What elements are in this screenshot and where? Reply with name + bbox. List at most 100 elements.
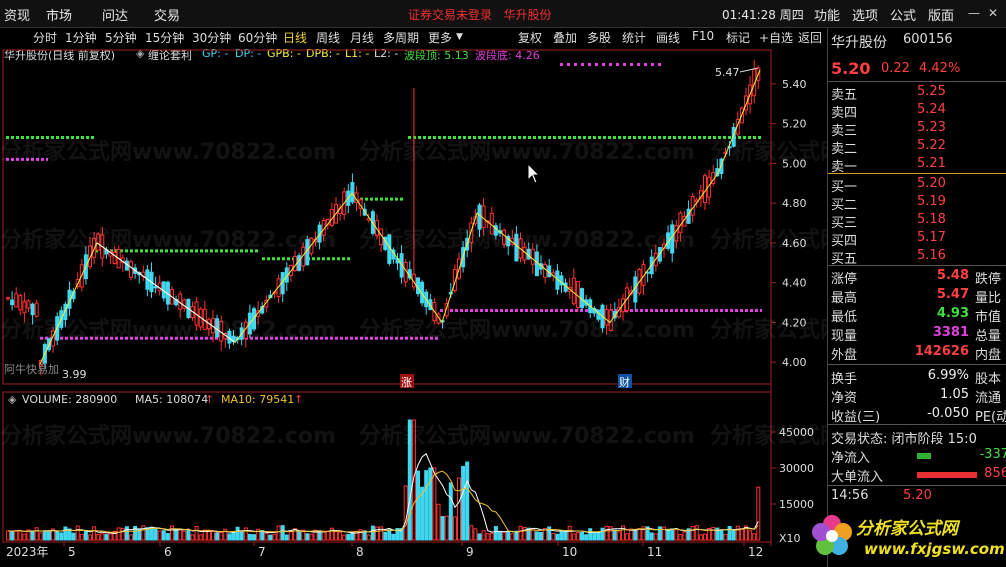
ask-label: 卖五 <box>831 88 858 103</box>
volume-bar <box>370 525 375 541</box>
ask-row[interactable]: 卖四 5.24 <box>831 102 1006 121</box>
volume-bar <box>182 530 187 541</box>
tab-fenshi[interactable]: 分时 <box>33 29 57 46</box>
menu-item-function[interactable]: 功能 <box>814 5 840 24</box>
bid-label: 买四 <box>831 234 858 249</box>
volume-bar <box>727 525 732 541</box>
volume-bar <box>588 528 593 541</box>
tab-5min[interactable]: 5分钟 <box>105 29 137 46</box>
volume-bar <box>34 527 39 541</box>
ask-price: 5.24 <box>917 102 946 117</box>
bid-row[interactable]: 买一 5.20 <box>831 176 1006 195</box>
stat-row: 最高 5.47 量比 <box>831 287 1006 306</box>
quote-panel: 华升股份 600156 5.20 0.22 4.42% 卖五 5.25 卖四 5.24… <box>827 28 1006 567</box>
volume-bar <box>276 525 281 541</box>
volume-bar <box>584 534 589 541</box>
volume-bar <box>592 532 597 541</box>
site-logo: 分析家公式网 www.fxjgsw.com <box>802 504 1006 567</box>
volume-bar <box>211 531 215 541</box>
volume-bar <box>22 533 27 541</box>
tab-daily[interactable]: 日线 <box>283 29 307 46</box>
tab-monthly[interactable]: 月线 <box>350 29 374 46</box>
volume-bar <box>387 529 392 541</box>
kline-chart[interactable]: 5.405.205.004.804.604.404.204.0045000300… <box>0 46 827 567</box>
multi-stock-button[interactable]: 多股 <box>587 29 611 46</box>
tick-time: 14:56 <box>831 488 869 503</box>
stats-button[interactable]: 统计 <box>622 29 646 46</box>
menu-item-wenda[interactable]: 问达 <box>102 5 128 24</box>
bid-row[interactable]: 买四 5.17 <box>831 230 1006 249</box>
ma10-line <box>7 470 759 533</box>
tab-weekly[interactable]: 周线 <box>316 29 340 46</box>
stat-value: -0.050 <box>927 406 969 421</box>
menu-item-layout[interactable]: 版面 <box>928 5 954 24</box>
menu-item-zixian[interactable]: 资现 <box>4 5 30 24</box>
tab-1min[interactable]: 1分钟 <box>65 29 97 46</box>
minimize-icon[interactable]: — <box>968 6 980 20</box>
volume-bar <box>55 530 60 541</box>
candle-body <box>129 261 133 278</box>
volume-bar <box>79 533 84 541</box>
ask-row[interactable]: 卖二 5.22 <box>831 138 1006 157</box>
annot-cai: 财 <box>619 375 630 389</box>
volume-bar <box>190 534 195 541</box>
add-watchlist-button[interactable]: +自选 <box>759 29 793 46</box>
menu-item-trade[interactable]: 交易 <box>154 5 180 24</box>
volume-bar <box>448 482 453 541</box>
volume-bar <box>563 530 568 541</box>
fuquan-button[interactable]: 复权 <box>518 29 542 46</box>
draw-line-button[interactable]: 画线 <box>656 29 680 46</box>
ask-price: 5.21 <box>917 156 946 171</box>
marker-dot <box>651 63 654 66</box>
volume-bar <box>325 530 330 541</box>
ask-price: 5.22 <box>917 138 946 153</box>
tab-more[interactable]: 更多 <box>428 29 452 46</box>
bid-row[interactable]: 买五 5.16 <box>831 248 1006 267</box>
menu-item-formula[interactable]: 公式 <box>890 5 916 24</box>
back-button[interactable]: 返回 <box>798 29 822 46</box>
ask-row[interactable]: 卖三 5.23 <box>831 120 1006 139</box>
stat-value: 5.47 <box>936 287 969 302</box>
f10-button[interactable]: F10 <box>692 29 714 43</box>
stat-value: 142626 <box>914 344 969 359</box>
volume-bar <box>198 534 203 541</box>
volume-bar <box>625 533 630 541</box>
volume-bar <box>596 532 601 541</box>
stat-label2: 内盘 <box>975 348 1002 363</box>
site-name: 分析家公式网 <box>856 519 958 539</box>
mark-button[interactable]: 标记 <box>726 29 750 46</box>
ask-row[interactable]: 卖一 5.21 <box>831 156 1006 175</box>
volume-bar <box>59 532 64 541</box>
candle-body <box>10 299 15 305</box>
volume-bar <box>215 532 220 541</box>
volume-bar <box>247 533 252 541</box>
menu-item-market[interactable]: 市场 <box>46 5 72 24</box>
volume-bar <box>731 528 736 541</box>
volume-bar <box>506 531 511 541</box>
price-tick-label: 5.40 <box>782 78 807 91</box>
overlay-button[interactable]: 叠加 <box>553 29 577 46</box>
volume-bar <box>10 530 15 541</box>
volume-bar <box>239 531 244 541</box>
volume-bar <box>567 525 572 541</box>
volume-bar <box>682 531 687 541</box>
volume-bar <box>92 526 97 541</box>
ask-row[interactable]: 卖五 5.25 <box>831 84 1006 103</box>
marker-dot <box>630 63 633 66</box>
tab-60min[interactable]: 60分钟 <box>238 29 277 46</box>
ask-label: 卖三 <box>831 124 858 139</box>
volume-bar <box>473 528 478 541</box>
tab-multi-period[interactable]: 多周期 <box>383 29 419 46</box>
bid-row[interactable]: 买三 5.18 <box>831 212 1006 231</box>
tab-30min[interactable]: 30分钟 <box>192 29 231 46</box>
menu-item-options[interactable]: 选项 <box>852 5 878 24</box>
close-icon[interactable]: ✕ <box>988 6 998 20</box>
chevron-down-icon[interactable]: ▼ <box>456 32 463 42</box>
tab-15min[interactable]: 15分钟 <box>145 29 184 46</box>
stat-label2: 跌停 <box>975 272 1002 287</box>
volume-bar <box>498 531 502 541</box>
volume-bar <box>616 531 621 541</box>
volume-bar <box>756 486 761 541</box>
stat-row: 收益(三) -0.050 PE(动) <box>831 406 1006 425</box>
bid-row[interactable]: 买二 5.19 <box>831 194 1006 213</box>
